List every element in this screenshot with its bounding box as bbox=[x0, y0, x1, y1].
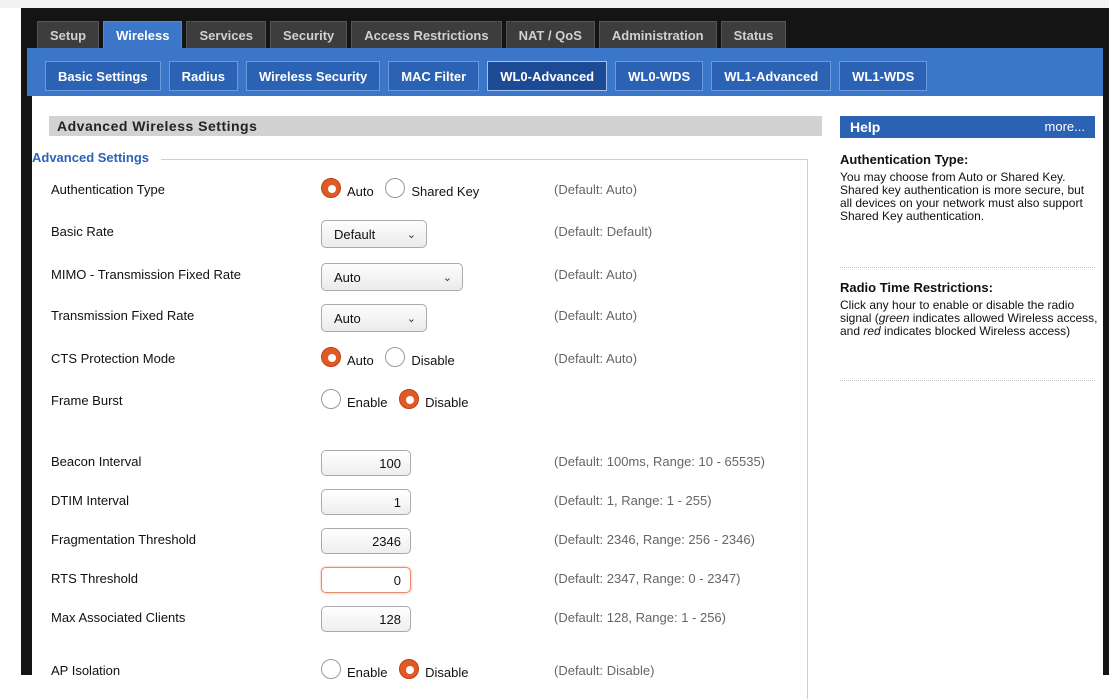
chevron-down-icon: ⌄ bbox=[442, 272, 452, 284]
basic-rate-hint: (Default: Default) bbox=[554, 224, 653, 239]
auth-shared-key-radio[interactable] bbox=[385, 177, 406, 198]
row-ap-isolation: AP Isolation Enable Disable (Default: Di… bbox=[32, 658, 802, 693]
secondary-tabs: Basic Settings Radius Wireless Security … bbox=[45, 61, 935, 91]
help-radio-text: Click any hour to enable or disable the … bbox=[840, 298, 1098, 338]
tab-services[interactable]: Services bbox=[186, 21, 266, 48]
tx-rate-value: Auto bbox=[334, 311, 361, 326]
tab-security[interactable]: Security bbox=[269, 21, 348, 48]
ap-isolation-hint: (Default: Disable) bbox=[554, 663, 655, 678]
beacon-interval-input[interactable]: 100 bbox=[321, 450, 411, 476]
frag-label: Fragmentation Threshold bbox=[51, 532, 197, 547]
tab-nat-qos[interactable]: NAT / QoS bbox=[505, 21, 595, 48]
subtab-mac-filter[interactable]: MAC Filter bbox=[388, 61, 480, 91]
mimo-rate-hint: (Default: Auto) bbox=[554, 267, 638, 282]
subtab-wl1-advanced[interactable]: WL1-Advanced bbox=[711, 61, 832, 91]
row-rts: RTS Threshold 0 (Default: 2347, Range: 0… bbox=[32, 567, 802, 601]
chevron-down-icon: ⌄ bbox=[406, 229, 416, 241]
tx-rate-hint: (Default: Auto) bbox=[554, 308, 638, 323]
frame-burst-disable-label: Disable bbox=[425, 395, 469, 410]
help-radio-title: Radio Time Restrictions: bbox=[840, 280, 993, 295]
ap-isolation-enable-radio[interactable] bbox=[321, 658, 341, 679]
rts-threshold-input[interactable]: 0 bbox=[321, 567, 411, 593]
fieldset-legend: Advanced Settings bbox=[32, 150, 162, 165]
help-divider bbox=[840, 267, 1095, 268]
frame-burst-enable-label: Enable bbox=[347, 395, 388, 410]
row-max-clients: Max Associated Clients 128 (Default: 128… bbox=[32, 606, 802, 640]
row-auth-type: Authentication Type Auto Shared Key (Def… bbox=[32, 177, 802, 212]
rts-hint: (Default: 2347, Range: 0 - 2347) bbox=[554, 571, 741, 586]
auth-shared-key-label: Shared Key bbox=[411, 184, 480, 199]
row-beacon: Beacon Interval 100 (Default: 100ms, Ran… bbox=[32, 450, 802, 484]
frame-burst-enable-radio[interactable] bbox=[321, 388, 341, 409]
content-panel: Advanced Wireless Settings Advanced Sett… bbox=[32, 96, 1103, 699]
dtim-label: DTIM Interval bbox=[51, 493, 130, 508]
row-dtim: DTIM Interval 1 (Default: 1, Range: 1 - … bbox=[32, 489, 802, 523]
ap-isolation-disable-radio[interactable] bbox=[399, 658, 420, 679]
subtab-wl0-wds[interactable]: WL0-WDS bbox=[615, 61, 704, 91]
ap-isolation-disable-label: Disable bbox=[425, 665, 469, 680]
primary-tabs: Setup Wireless Services Security Access … bbox=[37, 21, 790, 48]
tx-rate-label: Transmission Fixed Rate bbox=[51, 308, 195, 323]
help-more-link[interactable]: more... bbox=[1045, 116, 1085, 138]
mimo-rate-select[interactable]: Auto ⌄ bbox=[321, 263, 463, 291]
cts-disable-radio[interactable] bbox=[385, 346, 406, 367]
subtab-radius[interactable]: Radius bbox=[168, 61, 238, 91]
max-clients-input[interactable]: 128 bbox=[321, 606, 411, 632]
row-tx-rate: Transmission Fixed Rate Auto ⌄ (Default: … bbox=[32, 304, 802, 338]
mimo-rate-value: Auto bbox=[334, 270, 361, 285]
help-panel-header: Help more... bbox=[840, 116, 1095, 138]
section-title: Advanced Wireless Settings bbox=[49, 116, 822, 136]
subtab-wl0-advanced[interactable]: WL0-Advanced bbox=[487, 61, 608, 91]
max-clients-label: Max Associated Clients bbox=[51, 610, 186, 625]
cts-auto-radio[interactable] bbox=[321, 346, 341, 367]
tab-status[interactable]: Status bbox=[720, 21, 787, 48]
subtab-wl1-wds[interactable]: WL1-WDS bbox=[839, 61, 928, 91]
cts-hint: (Default: Auto) bbox=[554, 351, 638, 366]
row-basic-rate: Basic Rate Default ⌄ (Default: Default) bbox=[32, 220, 802, 254]
auth-auto-radio[interactable] bbox=[321, 177, 341, 198]
beacon-label: Beacon Interval bbox=[51, 454, 142, 469]
row-cts: CTS Protection Mode Auto Disable (Defaul… bbox=[32, 346, 802, 381]
tab-wireless[interactable]: Wireless bbox=[103, 21, 183, 48]
ap-isolation-label: AP Isolation bbox=[51, 663, 121, 678]
ap-isolation-enable-label: Enable bbox=[347, 665, 388, 680]
frame-burst-disable-radio[interactable] bbox=[399, 388, 420, 409]
auth-type-control: Auto Shared Key bbox=[321, 176, 487, 199]
help-divider bbox=[840, 380, 1095, 381]
row-frag: Fragmentation Threshold 2346 (Default: 2… bbox=[32, 528, 802, 562]
row-frame-burst: Frame Burst Enable Disable bbox=[32, 388, 802, 423]
tab-administration[interactable]: Administration bbox=[598, 21, 717, 48]
subtab-basic-settings[interactable]: Basic Settings bbox=[45, 61, 161, 91]
auth-type-hint: (Default: Auto) bbox=[554, 182, 638, 197]
auth-auto-label: Auto bbox=[347, 184, 374, 199]
help-title: Help bbox=[850, 119, 881, 135]
chevron-down-icon: ⌄ bbox=[406, 313, 416, 325]
cts-auto-label: Auto bbox=[347, 353, 374, 368]
router-admin-frame: Setup Wireless Services Security Access … bbox=[21, 8, 1109, 699]
dtim-hint: (Default: 1, Range: 1 - 255) bbox=[554, 493, 712, 508]
beacon-hint: (Default: 100ms, Range: 10 - 65535) bbox=[554, 454, 766, 469]
basic-rate-label: Basic Rate bbox=[51, 224, 114, 239]
row-mimo-rate: MIMO - Transmission Fixed Rate Auto ⌄ (De… bbox=[32, 263, 802, 297]
mimo-rate-label: MIMO - Transmission Fixed Rate bbox=[51, 267, 241, 282]
auth-type-label: Authentication Type bbox=[51, 182, 165, 197]
subtab-wireless-security[interactable]: Wireless Security bbox=[245, 61, 381, 91]
help-auth-text: You may choose from Auto or Shared Key. … bbox=[840, 170, 1085, 223]
basic-rate-value: Default bbox=[334, 227, 376, 242]
help-auth-title: Authentication Type: bbox=[840, 152, 969, 167]
tab-setup[interactable]: Setup bbox=[37, 21, 100, 48]
basic-rate-select[interactable]: Default ⌄ bbox=[321, 220, 427, 248]
top-strip bbox=[0, 0, 1109, 8]
frag-threshold-input[interactable]: 2346 bbox=[321, 528, 411, 554]
tab-access-restrictions[interactable]: Access Restrictions bbox=[351, 21, 502, 48]
frame-burst-label: Frame Burst bbox=[51, 393, 123, 408]
cts-disable-label: Disable bbox=[411, 353, 455, 368]
cts-label: CTS Protection Mode bbox=[51, 351, 176, 366]
frag-hint: (Default: 2346, Range: 256 - 2346) bbox=[554, 532, 755, 547]
dtim-interval-input[interactable]: 1 bbox=[321, 489, 411, 515]
tx-rate-select[interactable]: Auto ⌄ bbox=[321, 304, 427, 332]
rts-label: RTS Threshold bbox=[51, 571, 138, 586]
max-clients-hint: (Default: 128, Range: 1 - 256) bbox=[554, 610, 726, 625]
